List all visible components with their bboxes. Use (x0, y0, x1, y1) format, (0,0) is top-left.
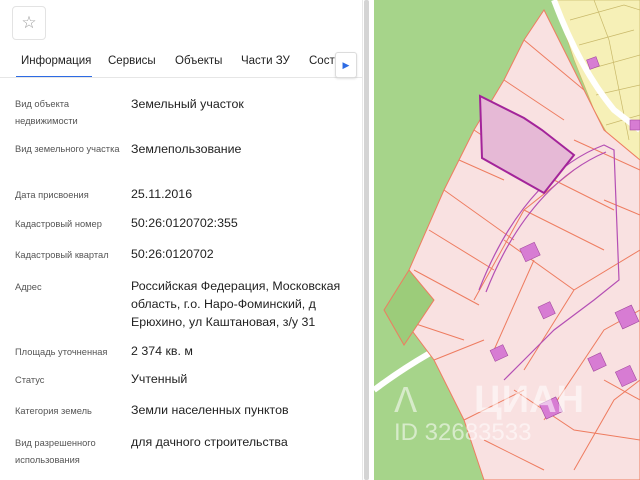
label-status: Статус (15, 375, 45, 385)
value-cadastral-block[interactable]: 50:26:0120702 (131, 245, 357, 263)
label-address: Адрес (15, 282, 42, 292)
tab-land-parts[interactable]: Части ЗУ (241, 55, 290, 67)
label-area: Площадь уточненная (15, 347, 108, 357)
tab-bar: Информация Сервисы Объекты Части ЗУ Сост… (0, 48, 362, 78)
value-land-type: Землепользование (131, 142, 242, 156)
label-permitted-use: Вид разрешенного использования (15, 438, 96, 465)
value-land-category: Земли населенных пунктов (131, 403, 289, 417)
tabs-scroll-right-button[interactable]: ▶ (335, 52, 357, 78)
active-tab-indicator (16, 76, 92, 77)
map-canvas[interactable]: ЦИАН ᐱ ID 32683533 (374, 0, 640, 480)
watermark-id: ID 32683533 (394, 419, 531, 446)
tab-information[interactable]: Информация (21, 55, 91, 67)
tab-services[interactable]: Сервисы (108, 55, 156, 67)
building (629, 119, 640, 131)
label-land-category: Категория земель (15, 406, 92, 416)
label-land-type: Вид земельного участка (15, 144, 120, 154)
watermark-logo-icon: ᐱ (394, 382, 417, 420)
value-status: Учтенный (131, 372, 188, 386)
cadastral-map[interactable]: ЦИАН ᐱ ID 32683533 (374, 0, 640, 480)
label-cadastral-block: Кадастровый квартал (15, 250, 109, 260)
panel-scrollbar-thumb[interactable] (364, 0, 369, 480)
value-address: Российская Федерация, Московская область… (131, 279, 341, 329)
value-permitted-use: для дачного строительства (131, 435, 288, 449)
value-assignment-date: 25.11.2016 (131, 187, 193, 201)
value-area: 2 374 кв. м (131, 344, 193, 358)
watermark-text: ЦИАН (474, 379, 584, 421)
label-object-type: Вид объекта недвижимости (15, 99, 78, 126)
value-object-type: Земельный участок (131, 97, 244, 111)
value-cadastral-number[interactable]: 50:26:0120702:355 (131, 214, 357, 232)
label-assignment-date: Дата присвоения (15, 190, 89, 200)
favorite-button[interactable]: ☆ (12, 6, 46, 40)
info-panel: ☆ Информация Сервисы Объекты Части ЗУ Со… (0, 0, 362, 480)
tab-objects[interactable]: Объекты (175, 55, 222, 67)
label-cadastral-number: Кадастровый номер (15, 219, 102, 229)
star-outline-icon: ☆ (21, 13, 37, 32)
arrow-right-icon: ▶ (342, 59, 350, 70)
